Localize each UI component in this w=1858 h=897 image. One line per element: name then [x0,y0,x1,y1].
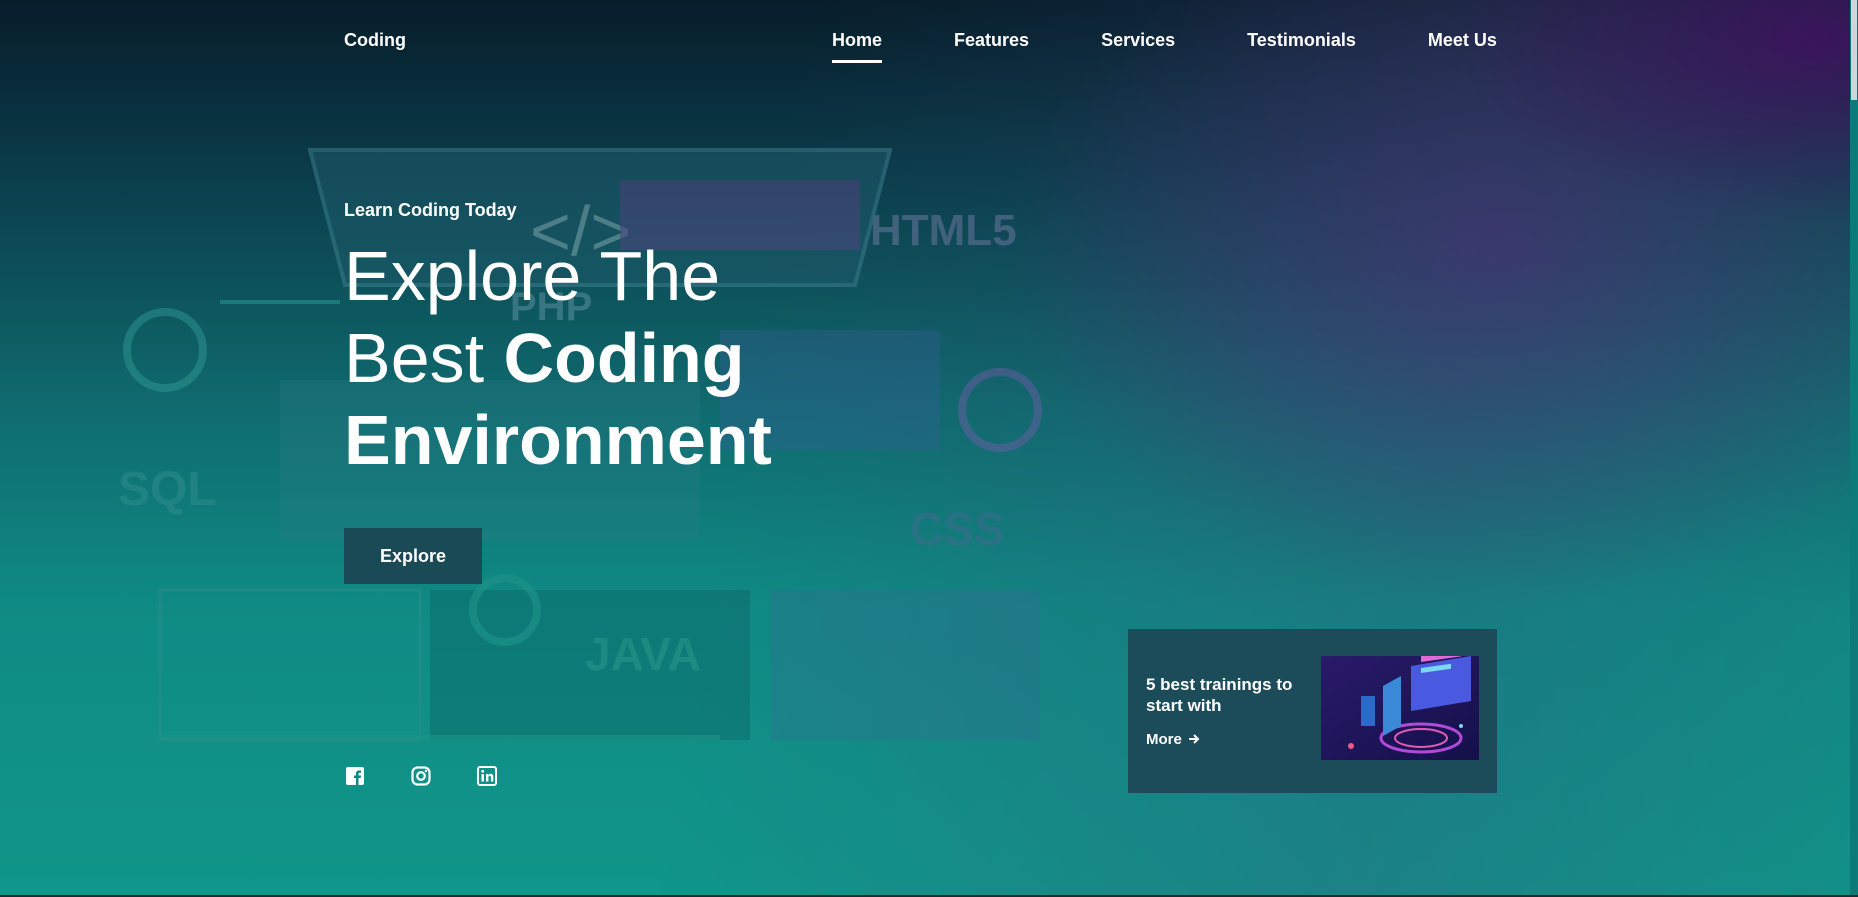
brand-logo[interactable]: Coding [344,30,406,51]
training-card[interactable]: 5 best trainings to start with More [1128,629,1497,793]
hero-eyebrow: Learn Coding Today [344,200,517,220]
nav-testimonials[interactable]: Testimonials [1247,30,1356,51]
card-more-label: More [1146,731,1182,748]
nav-meet-us[interactable]: Meet Us [1428,30,1497,51]
coding-background-illustration: </> HTML5 PHP SQL CSS JAVA [118,148,1042,742]
facebook-icon[interactable] [344,765,366,787]
java-label: JAVA [585,628,701,680]
scrollbar-thumb[interactable] [1851,0,1857,100]
hero-content: Learn Coding Today Explore The Best Codi… [344,200,772,584]
headline-line-3-bold: Environment [344,401,772,479]
sql-label: SQL [118,463,217,516]
isometric-computer-illustration [1321,656,1479,760]
page-scrollbar[interactable] [1850,0,1858,895]
hero-section: </> HTML5 PHP SQL CSS JAVA [0,0,1858,895]
explore-button[interactable]: Explore [344,528,482,584]
card-title: 5 best trainings to start with [1146,675,1293,715]
linkedin-icon[interactable] [476,765,498,787]
css-label: CSS [910,503,1005,555]
social-links [344,765,542,787]
headline-line-2-bold: Coding [503,319,745,397]
headline-line-1: Explore The [344,237,721,315]
instagram-icon[interactable] [410,765,432,787]
card-more-link[interactable]: More [1146,731,1200,748]
hero-headline: Explore The Best Coding Environment [344,235,772,481]
nav-home[interactable]: Home [832,30,883,63]
nav-services[interactable]: Services [1101,30,1175,51]
arrow-right-icon [1188,732,1200,748]
main-navigation: Home Features Services Testimonials Meet… [832,30,1497,63]
html5-label: HTML5 [870,206,1017,255]
headline-line-2-regular: Best [344,319,504,397]
nav-features[interactable]: Features [954,30,1029,51]
